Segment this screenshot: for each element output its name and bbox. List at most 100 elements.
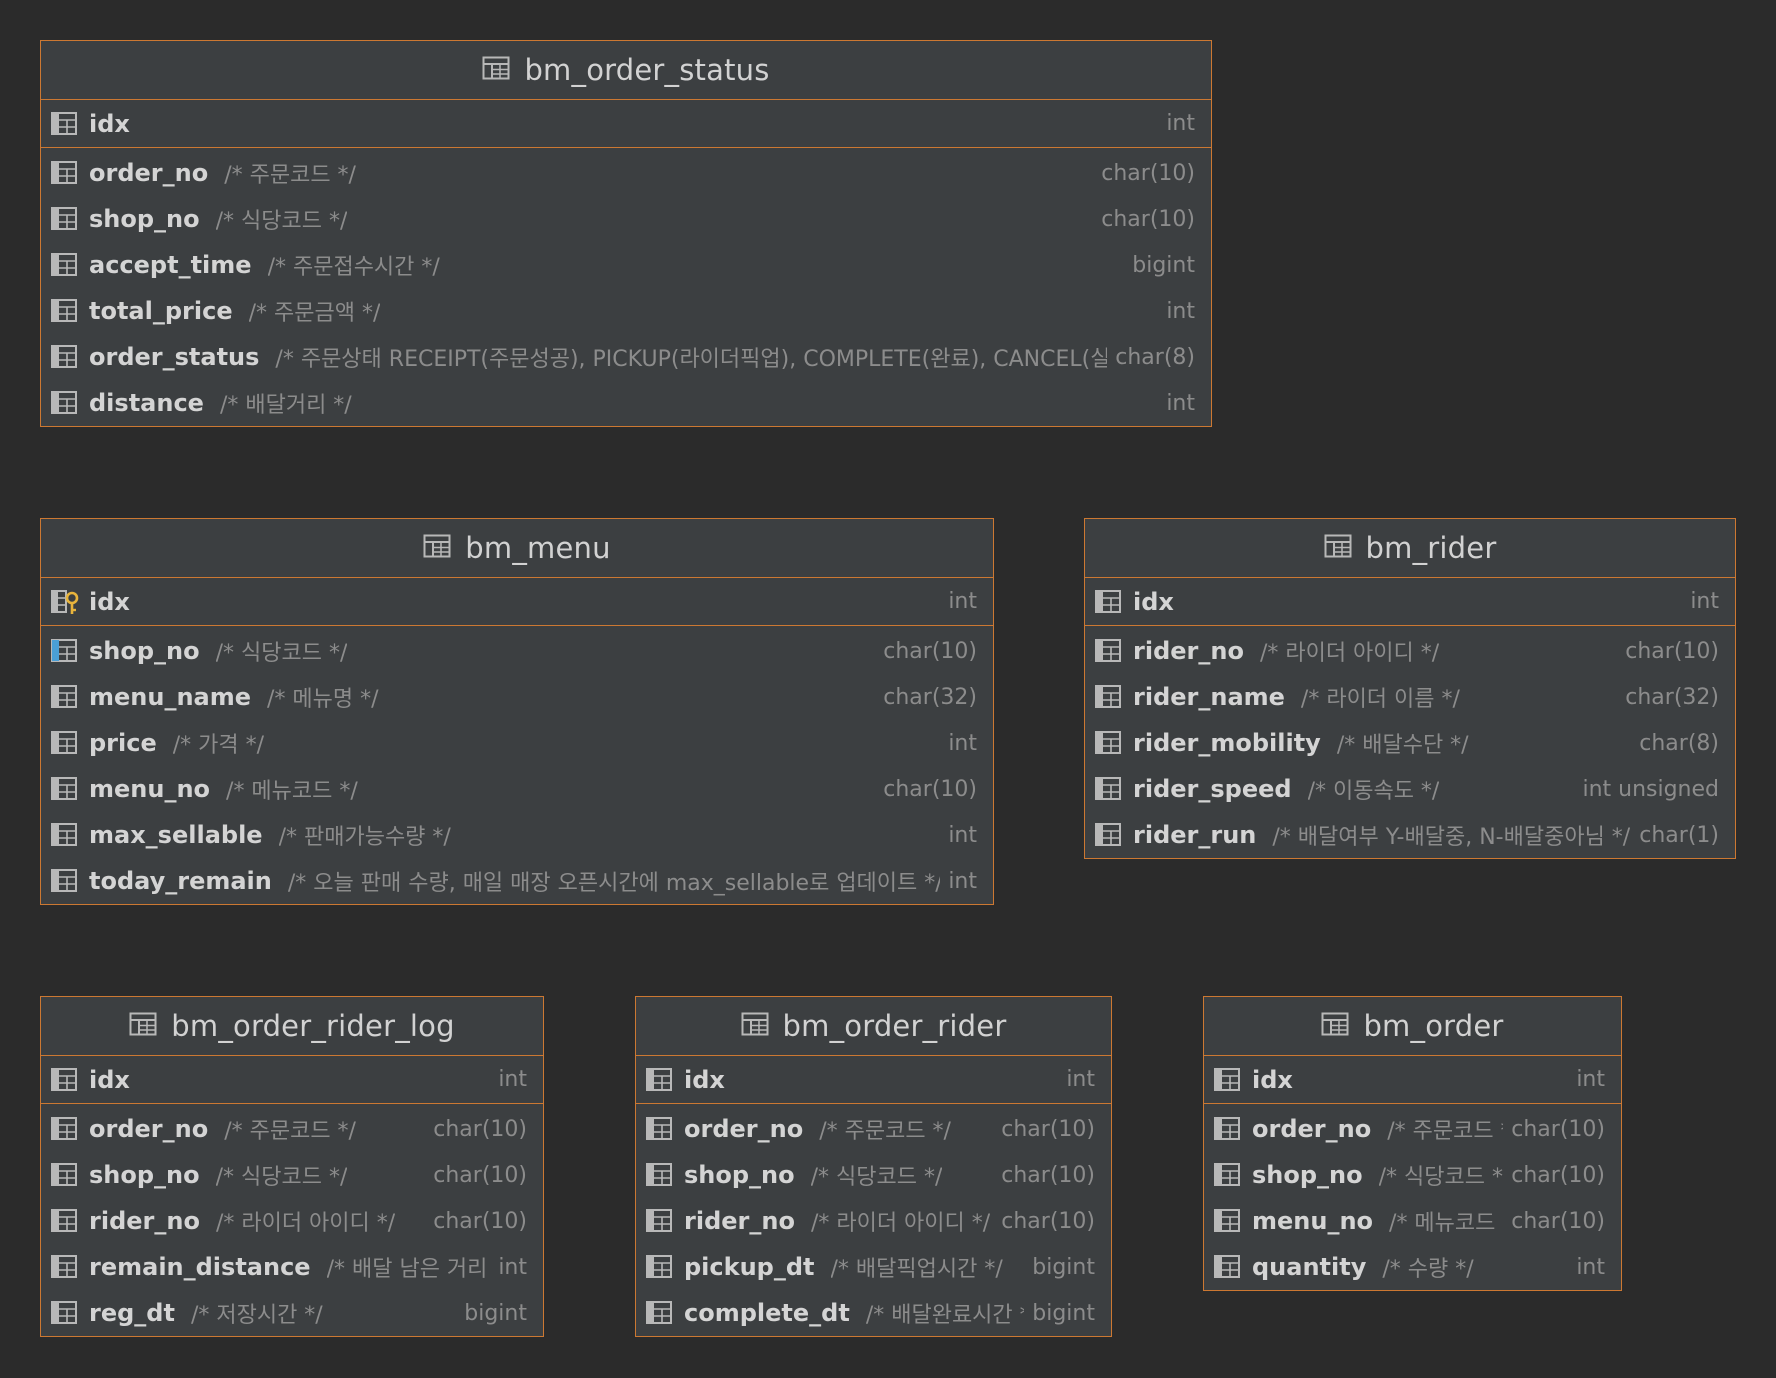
column-type: int bbox=[1576, 1254, 1605, 1280]
column-comment: /* 메뉴명 */ bbox=[267, 687, 379, 712]
column-row[interactable]: rider_speed /* 이동속도 */ int unsigned bbox=[1085, 766, 1735, 812]
table-bm-order-status[interactable]: bm_order_status idx int order_no /* 주문코드 */ c… bbox=[40, 40, 1212, 427]
table-bm-order-rider[interactable]: bm_order_rideridx int order_no /* 주문코드 */ ch… bbox=[635, 996, 1112, 1337]
table-header[interactable]: bm_menu bbox=[41, 519, 993, 578]
column-name: order_status bbox=[89, 343, 260, 371]
column-icon bbox=[51, 1066, 81, 1094]
column-row[interactable]: shop_no /* 식당코드 */ char(10) bbox=[636, 1152, 1111, 1198]
column-row[interactable]: order_no /* 주문코드 */ char(10) bbox=[636, 1106, 1111, 1152]
column-row[interactable]: total_price /* 주문금액 */ int bbox=[41, 288, 1211, 334]
column-row[interactable]: rider_no /* 라이더 아이디 */ char(10) bbox=[1085, 628, 1735, 674]
table-header[interactable]: bm_order bbox=[1204, 997, 1621, 1056]
column-row[interactable]: reg_dt /* 저장시간 */ bigint bbox=[41, 1290, 543, 1336]
column-row[interactable]: price /* 가격 */ int bbox=[41, 720, 993, 766]
column-icon bbox=[646, 1253, 676, 1281]
column-row[interactable]: rider_mobility /* 배달수단 */ char(8) bbox=[1085, 720, 1735, 766]
column-comment: /* 식당코드 */ bbox=[810, 1165, 943, 1190]
column-type: char(10) bbox=[883, 638, 977, 664]
column-type: int bbox=[1690, 589, 1719, 614]
column-name: order_no bbox=[1252, 1115, 1372, 1143]
primary-key-row[interactable]: idx int bbox=[1085, 578, 1735, 626]
column-row[interactable]: quantity /* 수량 */ int bbox=[1204, 1244, 1621, 1290]
column-row[interactable]: shop_no /* 식당코드 */ char(10) bbox=[1204, 1152, 1621, 1198]
column-type: bigint bbox=[464, 1300, 527, 1326]
column-row[interactable]: max_sellable /* 판매가능수량 */ int bbox=[41, 812, 993, 858]
column-name: menu_no bbox=[1252, 1207, 1374, 1235]
table-header[interactable]: bm_order_rider bbox=[636, 997, 1111, 1056]
column-row[interactable]: shop_no /* 식당코드 */ char(10) bbox=[41, 1152, 543, 1198]
column-row[interactable]: rider_no /* 라이더 아이디 */ char(10) bbox=[41, 1198, 543, 1244]
primary-key-row[interactable]: idx int bbox=[41, 578, 993, 626]
column-row[interactable]: remain_distance /* 배달 남은 거리 */ int bbox=[41, 1244, 543, 1290]
column-icon bbox=[51, 867, 81, 895]
column-list: order_no /* 주문코드 */ char(10) shop_no /* 식당코드… bbox=[41, 148, 1211, 426]
column-row[interactable]: order_no /* 주문코드 */ char(10) bbox=[41, 1106, 543, 1152]
table-bm-order[interactable]: bm_orderidx int order_no /* 주문코드 */ char(10)… bbox=[1203, 996, 1622, 1291]
table-icon bbox=[741, 1012, 769, 1040]
column-row[interactable]: distance /* 배달거리 */ int bbox=[41, 380, 1211, 426]
column-type: char(10) bbox=[1511, 1162, 1605, 1188]
column-row[interactable]: rider_no /* 라이더 아이디 */ char(10) bbox=[636, 1198, 1111, 1244]
column-type: char(10) bbox=[1511, 1116, 1605, 1142]
column-type: char(10) bbox=[433, 1162, 527, 1188]
column-row[interactable]: rider_name /* 라이더 이름 */ char(32) bbox=[1085, 674, 1735, 720]
column-name: accept_time bbox=[89, 251, 252, 279]
column-row[interactable]: today_remain /* 오늘 판매 수량, 매일 매장 오픈시간에 max… bbox=[41, 858, 993, 904]
column-type: int bbox=[948, 589, 977, 614]
column-row[interactable]: menu_name /* 메뉴명 */ char(32) bbox=[41, 674, 993, 720]
column-type: bigint bbox=[1032, 1300, 1095, 1326]
table-title: bm_order_rider bbox=[782, 1009, 1007, 1043]
column-icon bbox=[1095, 637, 1125, 665]
column-icon bbox=[1214, 1066, 1244, 1094]
column-type: int bbox=[948, 730, 977, 756]
column-row[interactable]: pickup_dt /* 배달픽업시간 */ bigint bbox=[636, 1244, 1111, 1290]
column-row[interactable]: menu_no /* 메뉴코드 */ char(10) bbox=[41, 766, 993, 812]
column-type: char(10) bbox=[1511, 1208, 1605, 1234]
column-comment: /* 판매가능수량 */ bbox=[278, 825, 451, 850]
column-comment: /* 배달여부 Y-배달중, N-배달중아님 */ bbox=[1272, 825, 1631, 850]
table-header[interactable]: bm_order_status bbox=[41, 41, 1211, 100]
column-type: char(10) bbox=[433, 1208, 527, 1234]
column-row[interactable]: shop_no /* 식당코드 */ char(10) bbox=[41, 628, 993, 674]
column-type: int bbox=[1066, 1067, 1095, 1092]
column-icon bbox=[1095, 683, 1125, 711]
column-row[interactable]: complete_dt /* 배달완료시간 */ bigint bbox=[636, 1290, 1111, 1336]
column-row[interactable]: accept_time /* 주문접수시간 */ bigint bbox=[41, 242, 1211, 288]
column-row[interactable]: menu_no /* 메뉴코드 */ char(10) bbox=[1204, 1198, 1621, 1244]
column-row[interactable]: order_no /* 주문코드 */ char(10) bbox=[1204, 1106, 1621, 1152]
column-row[interactable]: order_no /* 주문코드 */ char(10) bbox=[41, 150, 1211, 196]
column-icon bbox=[1214, 1115, 1244, 1143]
column-comment: /* 라이더 아이디 */ bbox=[810, 1211, 991, 1236]
table-bm-rider[interactable]: bm_rider idx int rider_no /* 라이더 아이디 */ char(… bbox=[1084, 518, 1736, 859]
column-row[interactable]: shop_no /* 식당코드 */ char(10) bbox=[41, 196, 1211, 242]
column-name: rider_run bbox=[1133, 821, 1257, 849]
column-list: shop_no /* 식당코드 */ char(10) menu_name /* 메뉴명… bbox=[41, 626, 993, 904]
primary-key-row[interactable]: idx int bbox=[41, 1056, 543, 1104]
column-row[interactable]: rider_run /* 배달여부 Y-배달중, N-배달중아님 */ char(1… bbox=[1085, 812, 1735, 858]
column-name: menu_name bbox=[89, 683, 252, 711]
column-name: pickup_dt bbox=[684, 1253, 815, 1281]
column-comment: /* 수량 */ bbox=[1382, 1257, 1474, 1282]
column-name: rider_mobility bbox=[1133, 729, 1321, 757]
table-header[interactable]: bm_order_rider_log bbox=[41, 997, 543, 1056]
primary-key-row[interactable]: idx int bbox=[1204, 1056, 1621, 1104]
column-type: char(10) bbox=[1625, 638, 1719, 664]
column-icon bbox=[51, 1299, 81, 1327]
column-icon bbox=[1214, 1161, 1244, 1189]
column-type: char(8) bbox=[1115, 344, 1195, 370]
table-bm-order-rider-log[interactable]: bm_order_rider_log idx int order_no /* 주문코드 … bbox=[40, 996, 544, 1337]
column-comment: /* 배달거리 */ bbox=[219, 393, 352, 418]
column-type: int unsigned bbox=[1582, 776, 1719, 802]
column-comment: /* 배달수단 */ bbox=[1336, 733, 1469, 758]
table-header[interactable]: bm_rider bbox=[1085, 519, 1735, 578]
column-name: shop_no bbox=[684, 1161, 795, 1189]
primary-key-row[interactable]: idx int bbox=[41, 100, 1211, 148]
table-bm-menu[interactable]: bm_menuidx int shop_no/* 식당코드 */char(10) me… bbox=[40, 518, 994, 905]
column-row[interactable]: order_status /* 주문상태 RECEIPT(주문성공), PICKU… bbox=[41, 334, 1211, 380]
column-icon bbox=[1095, 775, 1125, 803]
column-comment: /* 주문상태 RECEIPT(주문성공), PICKUP(라이더픽업), CO… bbox=[275, 347, 1108, 372]
table-title: bm_menu bbox=[465, 531, 611, 565]
primary-key-row[interactable]: idx int bbox=[636, 1056, 1111, 1104]
column-type: int bbox=[498, 1067, 527, 1092]
column-type: char(8) bbox=[1639, 730, 1719, 756]
